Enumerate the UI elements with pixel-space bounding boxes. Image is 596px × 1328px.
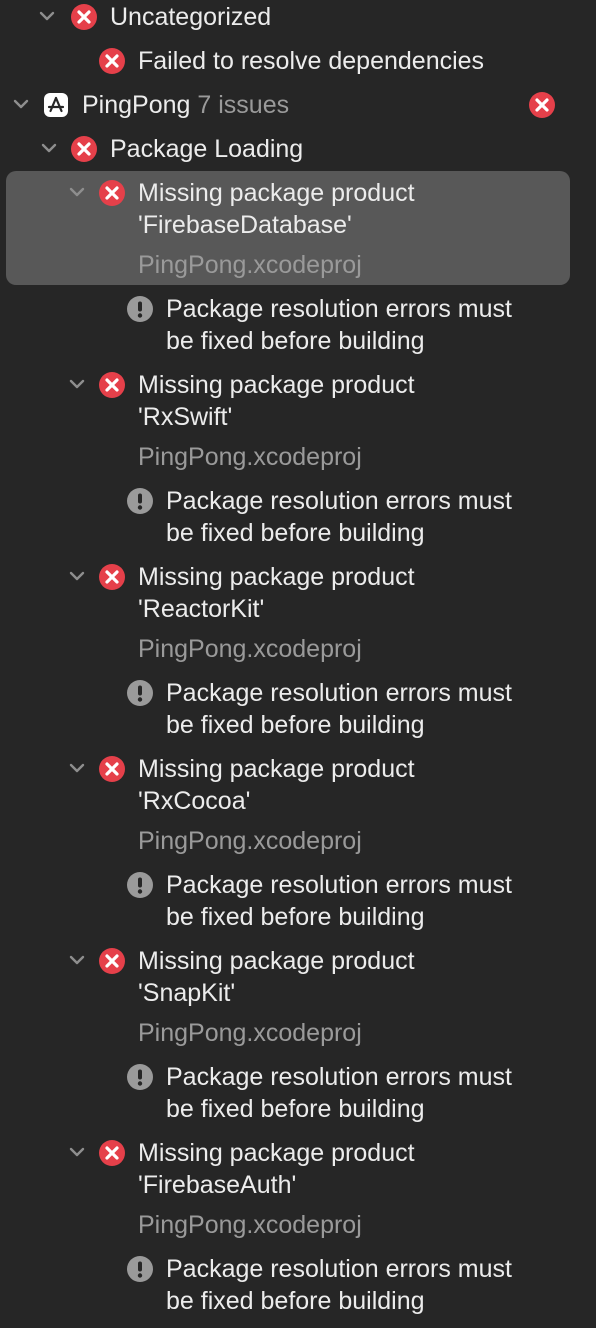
issue-row[interactable]: Missing package product 'RxCocoa' PingPo… [0,752,596,860]
issue-title-line1: Missing package product [138,1139,415,1167]
error-x-icon [98,755,126,783]
uncategorized-group-row[interactable]: Uncategorized [0,0,596,34]
issue-title-line2: 'FirebaseAuth' [138,1171,297,1199]
error-x-icon [98,371,126,399]
issue-note-line1: Package resolution errors must [166,487,512,515]
issue-note-line1: Package resolution errors must [166,1063,512,1091]
issue-note-line2: be fixed before building [166,711,425,739]
issue-note-line2: be fixed before building [166,1095,425,1123]
issue-note-row[interactable]: Package resolution errors must be fixed … [0,868,596,934]
exclamation-icon [126,679,154,707]
issue-file: PingPong.xcodeproj [138,251,362,279]
issue-file: PingPong.xcodeproj [138,1211,362,1239]
issue-note-row[interactable]: Package resolution errors must be fixed … [0,1060,596,1126]
error-x-icon [70,3,98,31]
error-x-icon [70,135,98,163]
chevron-down-icon[interactable] [67,566,87,586]
issue-note-line2: be fixed before building [166,1287,425,1315]
issue-title-line1: Missing package product [138,755,415,783]
project-row[interactable]: PingPong 7 issues [0,88,596,122]
issue-note-line1: Package resolution errors must [166,871,512,899]
error-x-icon [98,1139,126,1167]
issue-title-line2: 'SnapKit' [138,979,236,1007]
issue-title-line2: 'RxSwift' [138,403,233,431]
issue-note-line2: be fixed before building [166,327,425,355]
chevron-down-icon[interactable] [67,758,87,778]
issue-title-line2: 'FirebaseDatabase' [138,211,352,239]
exclamation-icon [126,487,154,515]
uncategorized-group-label: Uncategorized [110,3,272,31]
issue-note-line2: be fixed before building [166,903,425,931]
issue-file: PingPong.xcodeproj [138,635,362,663]
issue-note-row[interactable]: Package resolution errors must be fixed … [0,292,596,358]
uncategorized-issue-label: Failed to resolve dependencies [138,47,485,75]
issue-title-line2: 'RxCocoa' [138,787,251,815]
chevron-down-icon[interactable] [67,182,87,202]
issue-row[interactable]: Missing package product 'RxSwift' PingPo… [0,368,596,476]
exclamation-icon [126,1255,154,1283]
issue-file: PingPong.xcodeproj [138,1019,362,1047]
uncategorized-issue-row[interactable]: Failed to resolve dependencies [0,44,596,78]
chevron-down-icon[interactable] [67,1142,87,1162]
issue-navigator: Uncategorized Failed to resolve dependen… [0,0,596,1328]
issue-note-line1: Package resolution errors must [166,295,512,323]
issue-note-row[interactable]: Package resolution errors must be fixed … [0,484,596,550]
issue-note-row[interactable]: Package resolution errors must be fixed … [0,676,596,742]
issue-title-line1: Missing package product [138,179,415,207]
chevron-down-icon[interactable] [39,138,59,158]
exclamation-icon [126,871,154,899]
chevron-down-icon[interactable] [37,6,57,26]
exclamation-icon [126,295,154,323]
issue-row[interactable]: Missing package product 'SnapKit' PingPo… [0,944,596,1052]
issue-note-row[interactable]: Package resolution errors must be fixed … [0,1252,596,1318]
issue-note-line1: Package resolution errors must [166,1255,512,1283]
chevron-down-icon[interactable] [11,94,31,114]
issue-file: PingPong.xcodeproj [138,827,362,855]
chevron-down-icon[interactable] [67,374,87,394]
error-x-icon [98,47,126,75]
issue-title-line1: Missing package product [138,563,415,591]
issue-count: 7 issues [197,91,290,119]
issue-row[interactable]: Missing package product 'ReactorKit' Pin… [0,560,596,668]
issue-file: PingPong.xcodeproj [138,443,362,471]
package-loading-group-label: Package Loading [110,135,304,163]
issue-title-line1: Missing package product [138,947,415,975]
package-loading-group-row[interactable]: Package Loading [0,132,596,166]
issue-note-line1: Package resolution errors must [166,679,512,707]
project-name: PingPong [82,91,191,119]
issue-row[interactable]: Missing package product 'FirebaseAuth' P… [0,1136,596,1244]
issue-title-line2: 'ReactorKit' [138,595,265,623]
error-x-icon [98,563,126,591]
issue-title-line1: Missing package product [138,371,415,399]
issue-row[interactable]: Missing package product 'FirebaseDatabas… [0,176,596,284]
app-store-icon [43,92,69,118]
error-x-icon [98,179,126,207]
issue-note-line2: be fixed before building [166,519,425,547]
chevron-down-icon[interactable] [67,950,87,970]
project-title: PingPong 7 issues [82,89,289,121]
error-x-icon [98,947,126,975]
error-x-icon [528,91,556,119]
exclamation-icon [126,1063,154,1091]
